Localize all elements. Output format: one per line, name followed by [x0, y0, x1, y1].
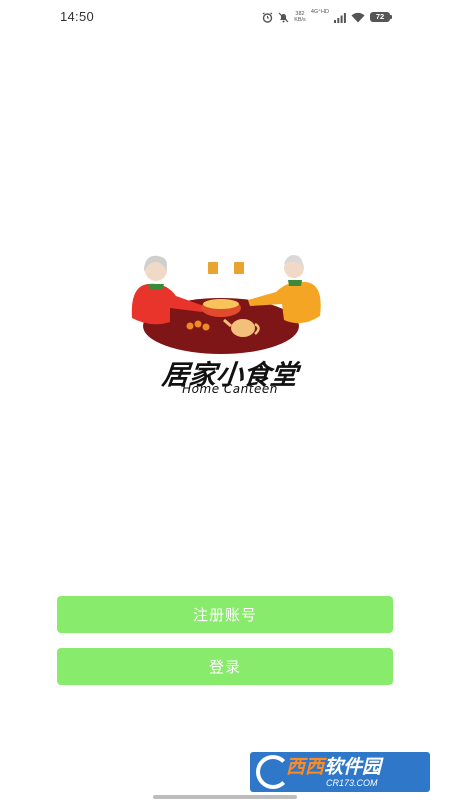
- wifi-icon: [351, 12, 365, 23]
- register-button[interactable]: 注册账号: [57, 596, 393, 633]
- logo-teapot: [231, 319, 255, 337]
- home-indicator[interactable]: [153, 795, 297, 799]
- logo-subtitle: Home Canteen: [182, 382, 278, 396]
- net-type: 4G⁺HD: [310, 9, 329, 15]
- login-button[interactable]: 登录: [57, 648, 393, 685]
- battery-level: 72: [375, 12, 385, 21]
- watermark-url: CR173.COM: [326, 777, 378, 788]
- logo-cup-left: [208, 262, 218, 274]
- signal-icon: [334, 12, 346, 23]
- logo-cup-right: [234, 262, 244, 274]
- logo-illustration: [131, 255, 321, 354]
- net-speed-unit: KB/s: [294, 17, 306, 23]
- watermark-name: 西西软件园: [286, 755, 382, 778]
- status-icons: 382 KB/s 4G⁺HD 72: [262, 9, 392, 24]
- watermark-name-part1: 西西: [286, 755, 325, 778]
- watermark-name-part2: 软件园: [324, 755, 382, 778]
- watermark-logo-icon: [256, 755, 290, 789]
- battery-icon: 72: [370, 12, 392, 22]
- alarm-icon: [262, 11, 273, 23]
- app-logo: 居家小食堂 Home Canteen: [126, 248, 326, 400]
- mute-icon: [278, 12, 289, 23]
- status-bar: 14:50 382 KB/s 4G⁺HD 72: [0, 0, 450, 34]
- net-speed: 382 KB/s: [294, 11, 306, 23]
- watermark: 西西软件园 CR173.COM: [250, 752, 430, 792]
- status-time: 14:50: [60, 9, 95, 24]
